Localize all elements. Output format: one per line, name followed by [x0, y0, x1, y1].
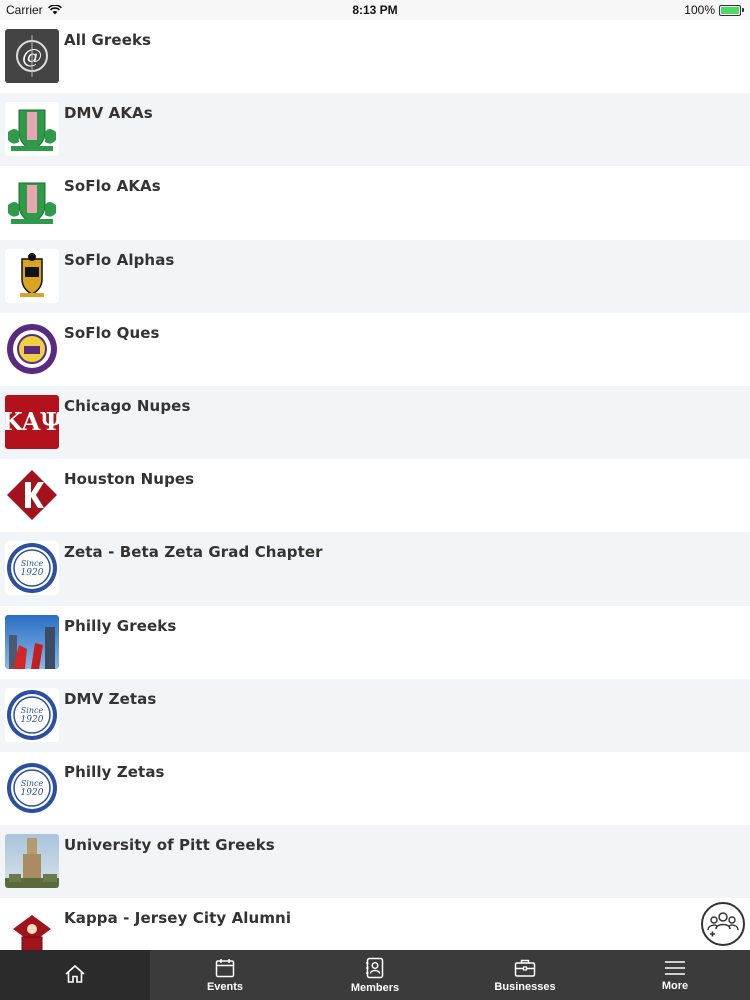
group-row[interactable]: @ All Greeks	[0, 20, 750, 94]
group-row[interactable]: SoFlo Alphas	[0, 239, 750, 313]
aka-crest-icon	[5, 102, 59, 157]
groups-icon	[707, 912, 739, 937]
calendar-icon	[215, 958, 235, 977]
svg-text:Since: Since	[21, 559, 44, 568]
groups-fab-button[interactable]	[701, 902, 745, 946]
tab-more[interactable]: More	[600, 950, 750, 1000]
tower-photo-icon	[5, 834, 59, 889]
svg-text:KAΨ: KAΨ	[5, 407, 59, 436]
status-time: 8:13 PM	[352, 3, 398, 17]
svg-text:1920: 1920	[21, 788, 44, 798]
group-row[interactable]: University of Pitt Greeks	[0, 825, 750, 899]
group-name: Philly Zetas	[64, 762, 165, 781]
tab-events[interactable]: Events	[150, 950, 300, 1000]
group-row[interactable]: SoFlo AKAs	[0, 166, 750, 240]
zeta-seal-icon: Since 1920	[5, 541, 59, 596]
status-bar: Carrier 8:13 PM 100%	[0, 0, 750, 20]
group-row[interactable]: SoFlo Ques	[0, 312, 750, 386]
group-list: @ All Greeks DMV AKAs SoFlo AKAs SoFlo Alpha…	[0, 20, 750, 972]
tab-businesses-label: Businesses	[494, 980, 556, 993]
group-name: DMV AKAs	[64, 104, 153, 123]
briefcase-icon	[514, 959, 536, 977]
zeta-seal-icon: Since 1920	[5, 760, 59, 815]
group-row[interactable]: KAΨ Chicago Nupes	[0, 385, 750, 460]
group-name: SoFlo Ques	[64, 323, 160, 342]
group-name: All Greeks	[64, 31, 152, 49]
group-name: SoFlo Alphas	[64, 250, 175, 269]
tab-members[interactable]: Members	[300, 950, 450, 1000]
tab-bar: Events Members Businesses More	[0, 950, 750, 1000]
status-right: 100%	[684, 3, 744, 17]
group-name: Chicago Nupes	[64, 396, 191, 415]
aka-crest-icon	[5, 175, 59, 230]
group-name: Philly Greeks	[64, 616, 177, 635]
group-row[interactable]: DMV AKAs	[0, 93, 750, 167]
group-name: University of Pitt Greeks	[64, 836, 275, 855]
group-row[interactable]: Since 1920 Philly Zetas	[0, 751, 750, 826]
battery-icon	[719, 4, 744, 16]
contacts-icon	[366, 957, 384, 978]
group-row[interactable]: Since 1920 DMV Zetas	[0, 678, 750, 752]
svg-text:1920: 1920	[21, 568, 44, 578]
group-row[interactable]: Houston Nupes	[0, 459, 750, 533]
battery-percent: 100%	[684, 3, 715, 17]
zeta-seal-icon: Since 1920	[5, 687, 59, 742]
tab-businesses[interactable]: Businesses	[450, 950, 600, 1000]
svg-text:Since: Since	[21, 706, 44, 715]
home-icon	[65, 964, 85, 983]
kappa-letters-icon: KAΨ	[5, 394, 59, 449]
menu-icon	[665, 960, 685, 975]
group-name: SoFlo AKAs	[64, 177, 161, 196]
svg-text:1920: 1920	[21, 715, 44, 725]
tab-members-label: Members	[350, 981, 400, 994]
group-name: DMV Zetas	[64, 689, 157, 708]
tab-events-label: Events	[206, 980, 244, 993]
greek-letter-logo-icon: @	[5, 29, 59, 83]
svg-text:Since: Since	[21, 779, 44, 788]
alpha-crest-icon	[5, 248, 59, 303]
tab-more-label: More	[661, 979, 689, 992]
group-row[interactable]: Since 1920 Zeta - Beta Zeta Grad Chapter	[0, 532, 750, 606]
kappa-diamond-icon	[5, 468, 59, 523]
group-row[interactable]: Philly Greeks	[0, 605, 750, 679]
tab-home[interactable]	[0, 950, 150, 1000]
group-name: Houston Nupes	[64, 470, 195, 489]
group-name: Kappa - Jersey City Alumni	[64, 909, 292, 928]
city-photo-icon	[5, 614, 59, 669]
omega-seal-icon	[5, 321, 59, 376]
group-name: Zeta - Beta Zeta Grad Chapter	[64, 543, 323, 562]
